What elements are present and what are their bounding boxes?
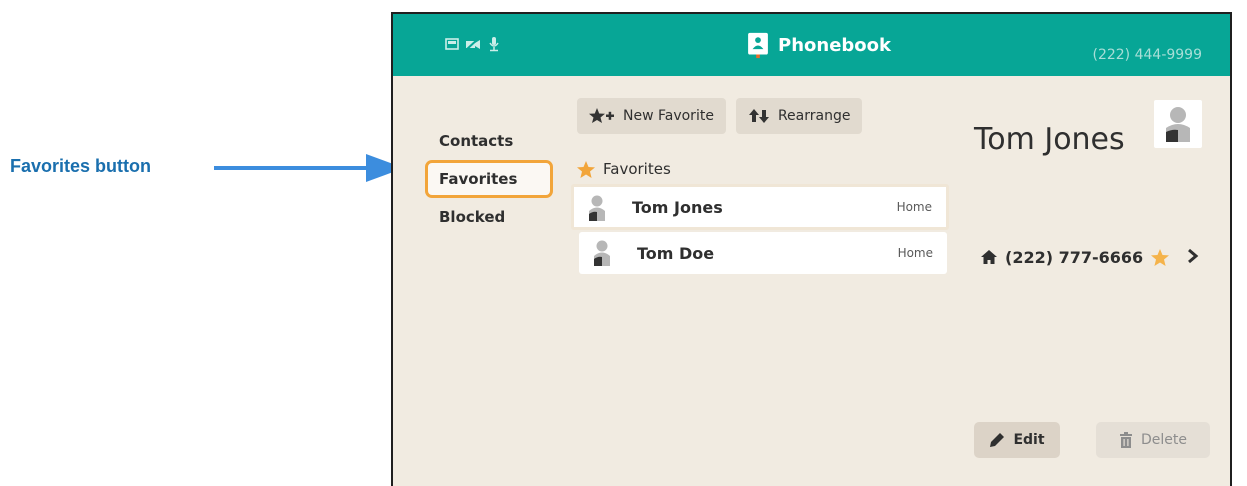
- rearrange-button[interactable]: Rearrange: [735, 98, 863, 134]
- pencil-icon: [990, 433, 1005, 447]
- favorites-list: Tom Jones Home Tom Doe Home: [571, 184, 949, 274]
- phone-type: Home: [897, 246, 933, 260]
- delete-button[interactable]: Delete: [1096, 422, 1210, 458]
- new-favorite-button[interactable]: New Favorite: [577, 98, 726, 134]
- inbox-icon: [445, 38, 459, 50]
- home-icon: [981, 250, 997, 264]
- edit-button[interactable]: Edit: [974, 422, 1060, 458]
- delete-label: Delete: [1141, 432, 1187, 448]
- rearrange-label: Rearrange: [777, 108, 851, 124]
- new-favorite-label: New Favorite: [623, 108, 714, 124]
- sidebar-item-favorites[interactable]: Favorites: [425, 160, 553, 198]
- favorites-section-label: Favorites: [603, 160, 671, 178]
- favorites-toolbar: New Favorite Rearrange: [577, 98, 863, 134]
- avatar-icon: [594, 240, 610, 266]
- callout-label: Favorites button: [10, 156, 152, 176]
- header-title: Phonebook: [746, 32, 891, 59]
- microphone-icon: [489, 37, 499, 52]
- status-icons: [445, 36, 501, 52]
- sidebar-nav: Contacts Favorites Blocked: [425, 122, 553, 236]
- detail-avatar: [1154, 100, 1202, 148]
- sidebar-item-blocked[interactable]: Blocked: [425, 198, 553, 236]
- contact-name: Tom Doe: [637, 243, 715, 263]
- rearrange-icon: [748, 109, 769, 123]
- video-off-icon: [465, 37, 480, 51]
- list-item[interactable]: Tom Doe Home: [579, 232, 947, 274]
- phone-type: Home: [896, 200, 932, 214]
- phonebook-icon: [748, 32, 768, 59]
- list-item[interactable]: Tom Jones Home: [571, 184, 949, 230]
- avatar-icon: [589, 195, 605, 221]
- contact-name: Tom Jones: [632, 197, 723, 217]
- detail-phone-row[interactable]: (222) 777-6666: [981, 248, 1170, 267]
- app-title: Phonebook: [778, 35, 891, 56]
- star-plus-icon: [589, 108, 614, 123]
- trash-icon: [1120, 432, 1132, 448]
- own-phone-number: (222) 444-9999: [1092, 47, 1203, 63]
- detail-contact-name: Tom Jones: [974, 122, 1125, 157]
- favorites-section-header: Favorites: [577, 160, 671, 178]
- detail-phone-number: (222) 777-6666: [1005, 248, 1144, 267]
- sidebar-item-contacts[interactable]: Contacts: [425, 122, 553, 160]
- edit-label: Edit: [1013, 432, 1045, 448]
- chevron-right-icon[interactable]: [1187, 248, 1199, 264]
- star-icon: [577, 160, 595, 178]
- favorite-star-icon: [1151, 249, 1170, 266]
- callout-arrow: [214, 154, 404, 182]
- header-bar: Phonebook (222) 444-9999: [393, 14, 1230, 76]
- phonebook-window: Phonebook (222) 444-9999 Contacts Favori…: [391, 12, 1232, 486]
- avatar-icon: [1166, 107, 1190, 142]
